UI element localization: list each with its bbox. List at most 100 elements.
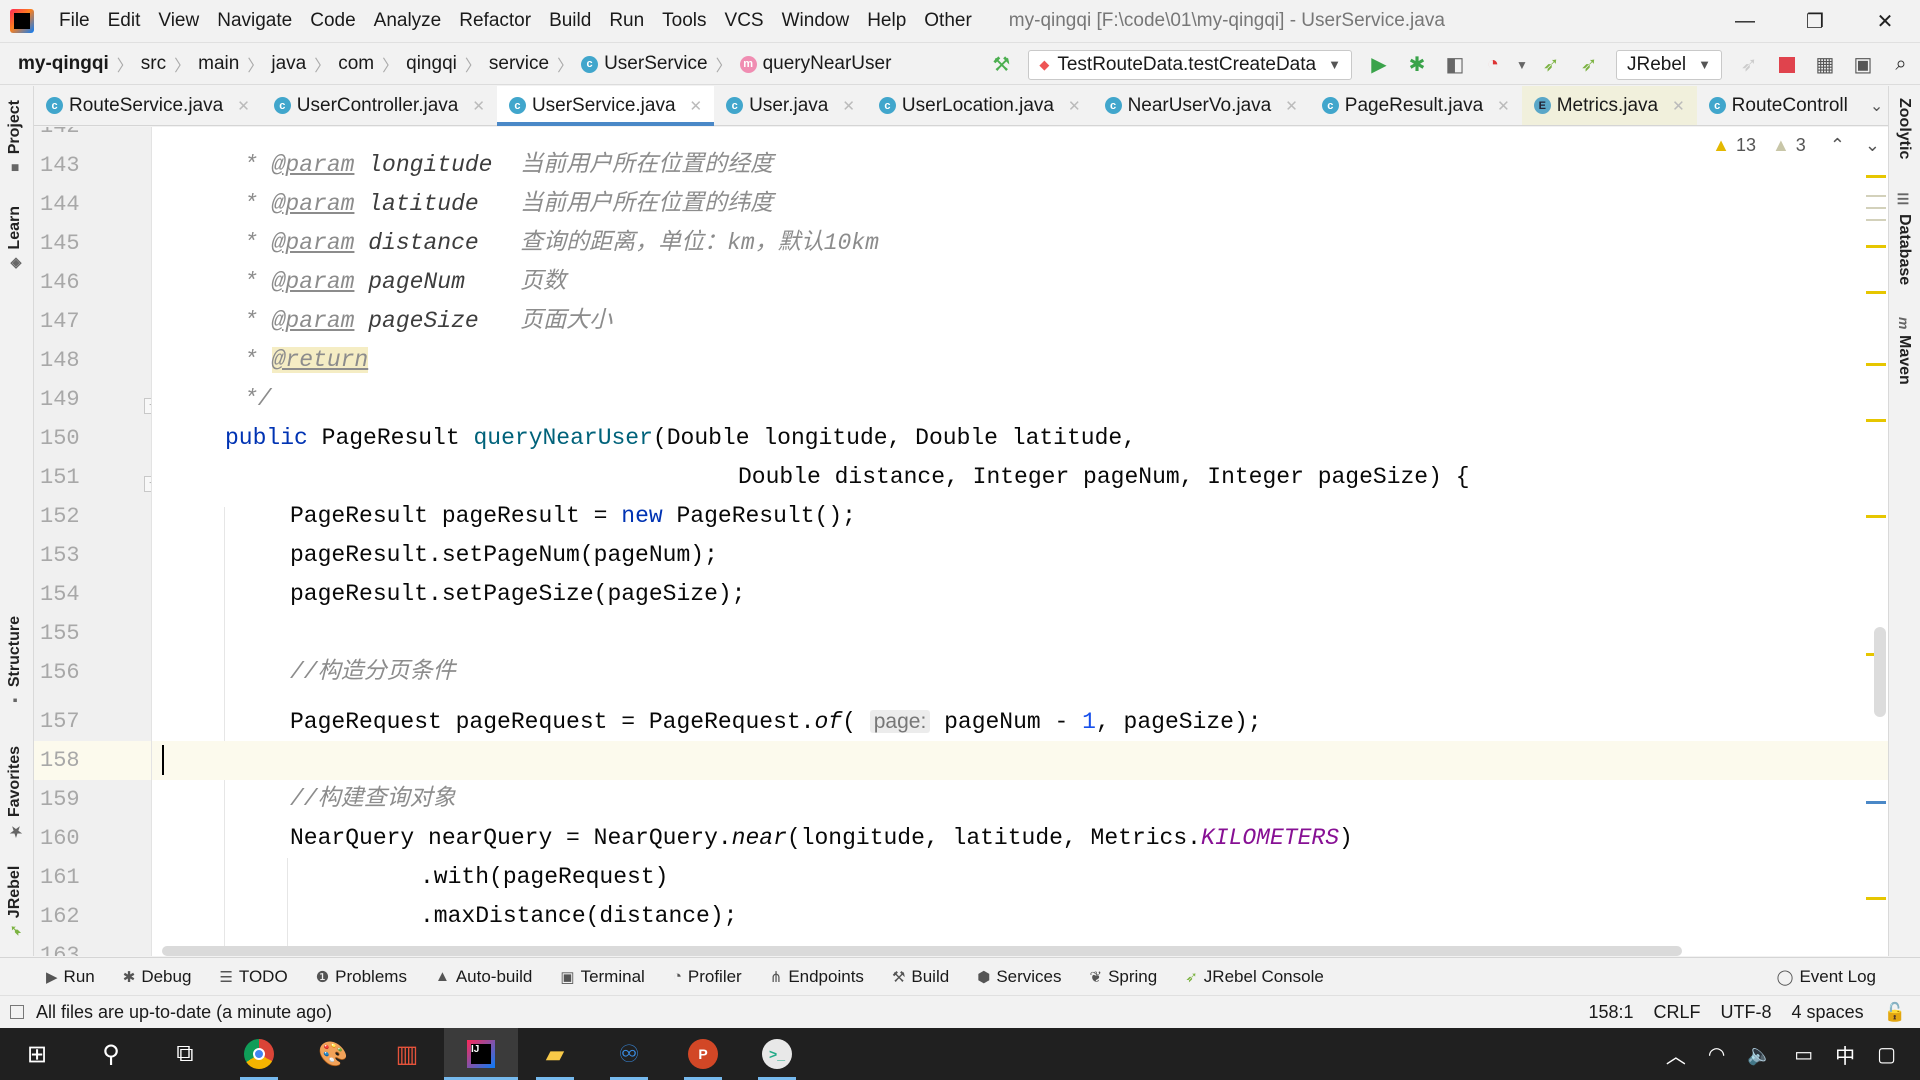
jrebel-debug-icon[interactable]: ➶ [1570, 44, 1608, 85]
chevron-up-icon[interactable]: ︿ [1666, 1040, 1686, 1069]
minimize-button[interactable]: — [1710, 0, 1780, 43]
battery-icon[interactable]: ▭ [1794, 1042, 1813, 1067]
profile-dropdown-icon[interactable]: ▼ [1512, 44, 1532, 85]
profile-icon[interactable]: ◔ [1474, 44, 1512, 85]
breadcrumb-project[interactable]: my-qingqi [0, 53, 113, 75]
jrebel-run-icon[interactable]: ➶ [1532, 44, 1570, 85]
horizontal-scrollbar[interactable] [162, 946, 1682, 956]
powerpoint-icon[interactable]: P [666, 1028, 740, 1080]
chat-console-icon[interactable]: >_ [740, 1028, 814, 1080]
breadcrumb-java[interactable]: java [267, 53, 310, 75]
project-structure-icon[interactable]: ▦ [1806, 44, 1844, 85]
menu-help[interactable]: Help [858, 10, 915, 32]
tab-user[interactable]: c User.java ✕ [714, 86, 867, 125]
tab-pageresult[interactable]: c PageResult.java ✕ [1310, 86, 1522, 125]
tool-services[interactable]: ⬢ Services [963, 967, 1075, 987]
tab-routeservice[interactable]: c RouteService.java ✕ [34, 86, 262, 125]
close-button[interactable]: ✕ [1850, 0, 1920, 43]
tool-window-structure[interactable]: ▪ Structure [6, 616, 24, 715]
debug-icon[interactable]: ✱ [1398, 44, 1436, 85]
menu-code[interactable]: Code [301, 10, 364, 32]
stop-icon[interactable] [1768, 44, 1806, 85]
tool-endpoints[interactable]: ⋔ Endpoints [756, 967, 878, 987]
caret-position[interactable]: 158:1 [1588, 1002, 1633, 1023]
menu-vcs[interactable]: VCS [716, 10, 773, 32]
line-separator[interactable]: CRLF [1654, 1002, 1701, 1023]
jrebel-disabled-icon[interactable]: ➶ [1730, 44, 1768, 85]
code-editor[interactable]: ▲ 13 ▲ 3 ⌃ ⌄ * * @param longitude 当前用户所在… [152, 127, 1888, 956]
windows-start-icon[interactable]: ⊞ [0, 1028, 74, 1080]
tool-event-log[interactable]: ◯ Event Log [1763, 967, 1890, 987]
jrebel-config-selector[interactable]: JRebel ▼ [1615, 49, 1722, 80]
breadcrumb-main[interactable]: main [194, 53, 243, 75]
notification-icon[interactable]: ▢ [1877, 1042, 1896, 1067]
error-stripe-mark[interactable] [1866, 515, 1886, 518]
restore-button[interactable]: ❐ [1780, 0, 1850, 43]
volume-icon[interactable]: 🔈 [1747, 1042, 1772, 1067]
close-icon[interactable]: ✕ [1285, 97, 1298, 115]
search-icon[interactable]: ⚲ [74, 1028, 148, 1080]
tool-window-zoolytic[interactable]: Zoolytic [1895, 98, 1913, 159]
coverage-icon[interactable]: ◧ [1436, 44, 1474, 85]
breadcrumb-service[interactable]: service [485, 53, 553, 75]
tab-usercontroller[interactable]: c UserController.java ✕ [262, 86, 497, 125]
tool-terminal[interactable]: ▣ Terminal [546, 967, 658, 987]
file-encoding[interactable]: UTF-8 [1721, 1002, 1772, 1023]
run-icon[interactable]: ▶ [1360, 44, 1398, 85]
menu-other[interactable]: Other [915, 10, 981, 32]
ime-indicator[interactable]: 中 [1835, 1040, 1855, 1069]
tool-auto-build[interactable]: ▲ Auto-build [421, 967, 546, 987]
close-icon[interactable]: ✕ [237, 97, 250, 115]
fold-marker-icon[interactable]: − [144, 398, 151, 414]
tool-build[interactable]: ⚒ Build [878, 967, 963, 987]
tool-window-project[interactable]: ■ Project [6, 100, 24, 182]
vertical-scrollbar[interactable] [1874, 627, 1886, 717]
tool-window-favorites[interactable]: ★ Favorites [6, 746, 24, 845]
tool-spring[interactable]: ❦ Spring [1076, 967, 1172, 987]
breadcrumb-src[interactable]: src [137, 53, 170, 75]
tool-window-database[interactable]: ☰ Database [1895, 186, 1913, 285]
menu-file[interactable]: File [50, 10, 99, 32]
run-config-selector[interactable]: ◆ TestRouteData.testCreateData ▼ [1028, 49, 1352, 80]
lock-icon[interactable]: 🔓 [1884, 1002, 1906, 1023]
swirl-app-icon[interactable]: ♾ [592, 1028, 666, 1080]
tab-nearuservo[interactable]: c NearUserVo.java ✕ [1093, 86, 1310, 125]
tool-run[interactable]: ▶ Run [0, 967, 109, 987]
close-icon[interactable]: ✕ [690, 97, 703, 115]
breadcrumb-method[interactable]: m queryNearUser [736, 53, 896, 75]
error-stripe-mark[interactable] [1866, 219, 1886, 221]
close-icon[interactable]: ✕ [1497, 97, 1510, 115]
error-stripe-mark[interactable] [1866, 245, 1886, 248]
error-stripe-mark[interactable] [1866, 363, 1886, 366]
menu-tools[interactable]: Tools [653, 10, 715, 32]
search-icon[interactable]: ⌕ [1882, 44, 1920, 85]
run-anything-icon[interactable]: ▣ [1844, 44, 1882, 85]
tool-window-learn[interactable]: ◈ Learn [6, 206, 24, 278]
breadcrumb-class[interactable]: c UserService [577, 53, 711, 75]
breadcrumb-qingqi[interactable]: qingqi [402, 53, 461, 75]
error-stripe-mark[interactable] [1866, 195, 1886, 197]
menu-build[interactable]: Build [540, 10, 600, 32]
error-stripe-mark[interactable] [1866, 419, 1886, 422]
build-hammer-icon[interactable]: ⚒ [982, 44, 1020, 85]
tab-userservice[interactable]: c UserService.java ✕ [496, 86, 715, 126]
tool-profiler[interactable]: ◔ Profiler [659, 967, 756, 987]
tool-todo[interactable]: ☰ TODO [205, 967, 301, 987]
tab-routecontroller[interactable]: c RouteControll [1697, 86, 1860, 125]
close-icon[interactable]: ✕ [1068, 97, 1081, 115]
tool-debug[interactable]: ✱ Debug [109, 967, 206, 987]
error-stripe-mark[interactable] [1866, 897, 1886, 900]
fold-marker-icon[interactable]: − [144, 476, 151, 492]
tool-window-jrebel[interactable]: ➶ JRebel [6, 866, 24, 942]
close-icon[interactable]: ✕ [472, 97, 485, 115]
tool-window-maven[interactable]: m Maven [1895, 311, 1913, 385]
chrome-icon[interactable] [222, 1028, 296, 1080]
close-icon[interactable]: ✕ [842, 97, 855, 115]
tool-jrebel-console[interactable]: ➶ JRebel Console [1171, 967, 1338, 987]
error-stripe-mark[interactable] [1866, 175, 1886, 178]
menu-run[interactable]: Run [600, 10, 653, 32]
tool-problems[interactable]: ❶ Problems [302, 967, 421, 987]
menu-analyze[interactable]: Analyze [365, 10, 451, 32]
indent-setting[interactable]: 4 spaces [1792, 1002, 1864, 1023]
intellij-idea-icon[interactable]: IJ [444, 1028, 518, 1080]
